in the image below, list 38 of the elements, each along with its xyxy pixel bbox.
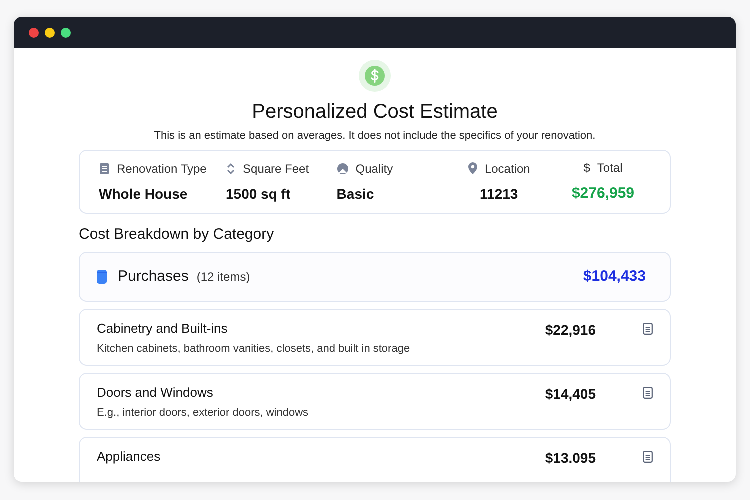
item-name: Cabinetry and Built-ins — [97, 321, 229, 337]
page-subtitle: This is an estimate based on averages. It does not include the specifics of your renovation. — [154, 129, 596, 143]
gauge-icon — [336, 162, 349, 174]
summary-value: Basic — [336, 184, 376, 204]
category-name: Purchases — [118, 266, 189, 287]
document-icon[interactable] — [643, 387, 653, 399]
summary-value: Whole House — [99, 184, 189, 204]
item-cost: $22,916 — [545, 321, 596, 340]
location-pin-icon — [468, 162, 478, 175]
summary-value: 11213 — [480, 184, 518, 204]
close-window-button[interactable] — [29, 28, 39, 38]
item-count: (12 items) — [196, 269, 250, 286]
item-description: Kitchen cabinets, bathroom vanities, closets, and built in storage — [97, 342, 412, 356]
summary-label: Total — [597, 160, 623, 177]
summary-label: Renovation Type — [117, 160, 207, 178]
chevrons-icon — [226, 162, 236, 174]
summary-label: Quality — [356, 160, 394, 178]
dollar-icon — [359, 60, 391, 92]
item-name: Doors and Windows — [97, 385, 214, 401]
document-icon[interactable] — [643, 323, 653, 335]
summary-value: $276,959 — [572, 184, 635, 204]
summary-value: 1500 sq ft — [226, 184, 292, 204]
section-heading: Cost Breakdown by Category — [79, 225, 276, 245]
summary-label: Location — [484, 160, 530, 178]
item-cost: $14,405 — [545, 385, 596, 404]
document-icon — [99, 162, 110, 174]
category-card[interactable]: Purchases (12 items) $104,433 — [79, 252, 671, 302]
item-cost: $13.095 — [545, 449, 596, 468]
category-total: $104,433 — [583, 266, 646, 287]
cylinder-icon — [97, 270, 107, 284]
maximize-window-button[interactable] — [61, 28, 71, 38]
item-description: E.g., interior doors, exterior doors, windows — [97, 406, 310, 420]
summary-label: Square Feet — [243, 160, 310, 178]
document-icon[interactable] — [643, 451, 653, 463]
page-title: Personalized Cost Estimate — [252, 100, 498, 125]
minimize-window-button[interactable] — [45, 28, 55, 38]
currency-symbol: $ — [584, 160, 590, 177]
item-name: Appliances — [97, 449, 162, 465]
